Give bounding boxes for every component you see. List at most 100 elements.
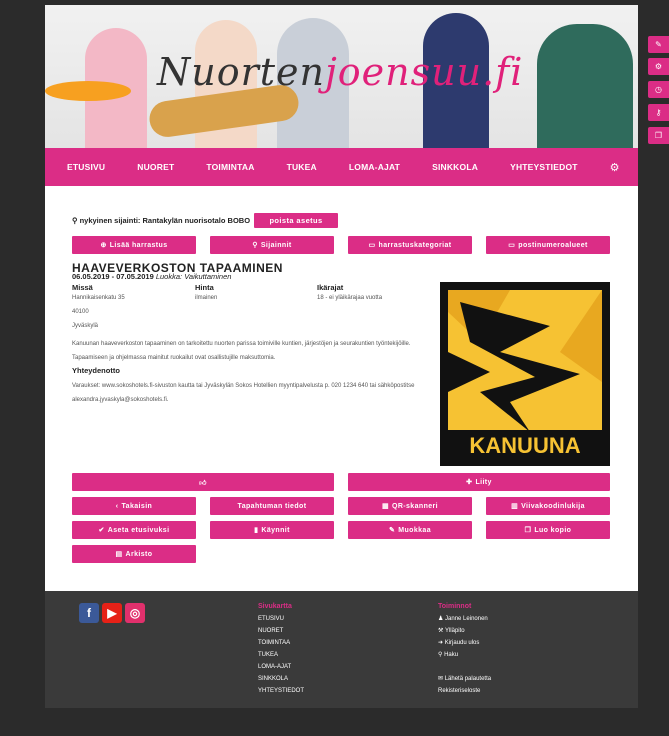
footer-link-sinkkola[interactable]: SINKKOLA (258, 673, 304, 685)
price-label: Hinta (195, 283, 214, 292)
key-icon: ⚷ (655, 108, 662, 117)
set-frontpage-button[interactable]: ✔ Aseta etusivuksi (72, 521, 196, 539)
kanuuna-logo: KANUUNA (448, 290, 602, 458)
location-label: ⚲ nykyinen sijainti: Rantakylän nuorisot… (72, 216, 251, 225)
logout-icon: ➜ (438, 640, 445, 646)
frisbee-graphic (45, 81, 131, 101)
user-plus-icon: ✚ (466, 479, 473, 486)
join-button[interactable]: ✚ Liity (348, 473, 610, 491)
gear-icon: ⚙ (654, 62, 663, 71)
admin-actions-row: ⊕ Lisää harrastus ⚲ Sijainnit ▭ harrastuska… (72, 236, 610, 254)
youtube-icon[interactable]: ▶ (102, 603, 122, 623)
footer-link-yhteystiedot[interactable]: YHTEYSTIEDOT (258, 685, 304, 697)
main-nav: ETUSIVU NUORET TOIMINTAA TUKEA LOMA-AJAT… (45, 148, 638, 186)
event-category: Luokka: Vaikuttaminen (155, 272, 232, 281)
footer-logout-link[interactable]: ➜ Kirjaudu ulos (438, 637, 491, 649)
facebook-icon[interactable]: f (79, 603, 99, 623)
location-row: ⚲ nykyinen sijainti: Rantakylän nuorisot… (72, 213, 339, 228)
side-tab-settings[interactable]: ⚙ (648, 58, 669, 75)
back-button[interactable]: ‹ Takaisin (72, 497, 196, 515)
page-wrapper: Nuortenjoensuu.fi ETUSIVU NUORET TOIMINT… (45, 5, 638, 708)
footer-link-tukea[interactable]: TUKEA (258, 649, 304, 661)
event-dates: 06.05.2019 - 07.05.2019 Luokka: Vaikutta… (72, 272, 232, 281)
footer-search-link[interactable]: ⚲ Haku (438, 649, 491, 661)
contact-heading: Yhteydenotto (72, 366, 120, 375)
archive-icon: ▤ (115, 551, 123, 558)
age-label: Ikärajat (317, 283, 344, 292)
envelope-icon: ✉ (438, 676, 445, 682)
event-age: 18 - ei yläikärajaa vuotta (317, 295, 383, 301)
footer-functions: Toiminnot ♟ Janne Leinonen ⚒ Ylläpito ➜ … (438, 603, 491, 697)
clock-icon: ◷ (655, 85, 662, 94)
event-address: Hannikaisenkatu 35 (72, 295, 125, 301)
gear-icon[interactable]: ⚙ (610, 161, 620, 174)
main-content: ⚲ nykyinen sijainti: Rantakylän nuorisot… (45, 186, 638, 591)
event-city: Jyväskylä (72, 323, 99, 329)
functions-heading: Toiminnot (438, 603, 472, 610)
event-details-button[interactable]: Tapahtuman tiedot (210, 497, 334, 515)
contact-text: Varaukset: www.sokoshotels.fi-sivuston k… (72, 383, 415, 403)
nav-item-yhteystiedot[interactable]: YHTEYSTIEDOT (510, 162, 578, 172)
kanuuna-wordmark: KANUUNA (469, 433, 580, 458)
chevron-left-icon: ‹ (115, 502, 119, 510)
pencil-icon: ✎ (388, 527, 396, 534)
user-icon: ♟ (438, 616, 446, 622)
footer-spacer (438, 661, 491, 673)
footer-user-link[interactable]: ♟ Janne Leinonen (438, 613, 491, 625)
footer-link-toimintaa[interactable]: TOIMINTAA (258, 637, 304, 649)
side-tab-copy[interactable]: ❐ (648, 127, 669, 144)
categories-button[interactable]: ▭ harrastuskategoriat (348, 236, 472, 254)
add-hobby-button[interactable]: ⊕ Lisää harrastus (72, 236, 196, 254)
event-description: Kanuunan haaveverkoston tapaaminen on ta… (72, 341, 411, 361)
nav-item-etusivu[interactable]: ETUSIVU (67, 162, 105, 172)
footer-link-etusivu[interactable]: ETUSIVU (258, 613, 304, 625)
action-row-3: ▤ Arkisto (72, 545, 196, 563)
create-copy-button[interactable]: ❐ Luo kopio (486, 521, 610, 539)
copy-icon: ❐ (654, 131, 663, 140)
thumbs-up-icon: 👍︎ (199, 479, 207, 487)
footer-link-nuoret[interactable]: NUORET (258, 625, 304, 637)
nav-item-loma-ajat[interactable]: LOMA-AJAT (349, 162, 400, 172)
footer-feedback-link[interactable]: ✉ Lähetä palautetta (438, 673, 491, 685)
nav-item-sinkkola[interactable]: SINKKOLA (432, 162, 478, 172)
instagram-icon[interactable]: ◎ (125, 603, 145, 623)
postcode-areas-button[interactable]: ▭ postinumeroalueet (486, 236, 610, 254)
event-image: KANUUNA (440, 282, 610, 466)
plus-circle-icon: ⊕ (100, 242, 107, 249)
side-tab-history[interactable]: ◷ (648, 81, 669, 98)
footer-sitemap: Sivukartta ETUSIVU NUORET TOIMINTAA TUKE… (258, 603, 304, 697)
nav-item-tukea[interactable]: TUKEA (287, 162, 317, 172)
header-banner: Nuortenjoensuu.fi (45, 5, 638, 148)
archive-button[interactable]: ▤ Arkisto (72, 545, 196, 563)
banner-photo-girl-microphone (537, 24, 633, 148)
map-pin-icon: ⚲ (72, 216, 80, 225)
chart-icon: ▮ (254, 527, 259, 534)
footer-admin-link[interactable]: ⚒ Ylläpito (438, 625, 491, 637)
map-pin-icon: ⚲ (252, 242, 258, 249)
side-tab-edit[interactable]: ✎ (648, 36, 669, 53)
nav-item-nuoret[interactable]: NUORET (137, 162, 174, 172)
footer: f ▶ ◎ Sivukartta ETUSIVU NUORET TOIMINTA… (45, 591, 638, 708)
footer-link-loma-ajat[interactable]: LOMA-AJAT (258, 661, 304, 673)
footer-privacy-link[interactable]: Rekisteriseloste (438, 685, 491, 697)
event-postcode: 40100 (72, 309, 89, 315)
locations-button[interactable]: ⚲ Sijainnit (210, 236, 334, 254)
clear-location-button[interactable]: poista asetus (254, 213, 339, 228)
card-icon: ▭ (508, 242, 516, 249)
edit-button[interactable]: ✎ Muokkaa (348, 521, 472, 539)
pencil-icon: ✎ (655, 40, 662, 49)
qr-scanner-button[interactable]: ▦ QR-skanneri (348, 497, 472, 515)
nav-item-toimintaa[interactable]: TOIMINTAA (206, 162, 254, 172)
site-logo[interactable]: Nuortenjoensuu.fi (157, 50, 523, 94)
action-row-1: ‹ Takaisin Tapahtuman tiedot ▦ QR-skanneri… (72, 497, 610, 515)
barcode-reader-button[interactable]: ▥ Viivakoodinlukija (486, 497, 610, 515)
wrench-icon: ⚒ (438, 628, 445, 634)
action-row-2: ✔ Aseta etusivuksi ▮ Käynnit ✎ Muokkaa ❐ Luo… (72, 521, 610, 539)
copy-icon: ❐ (524, 527, 532, 534)
like-button[interactable]: 👍︎ (72, 473, 334, 491)
check-circle-icon: ✔ (98, 527, 105, 534)
side-tab-key[interactable]: ⚷ (648, 104, 669, 121)
visits-button[interactable]: ▮ Käynnit (210, 521, 334, 539)
social-links: f ▶ ◎ (79, 603, 145, 623)
qr-icon: ▦ (381, 503, 389, 510)
